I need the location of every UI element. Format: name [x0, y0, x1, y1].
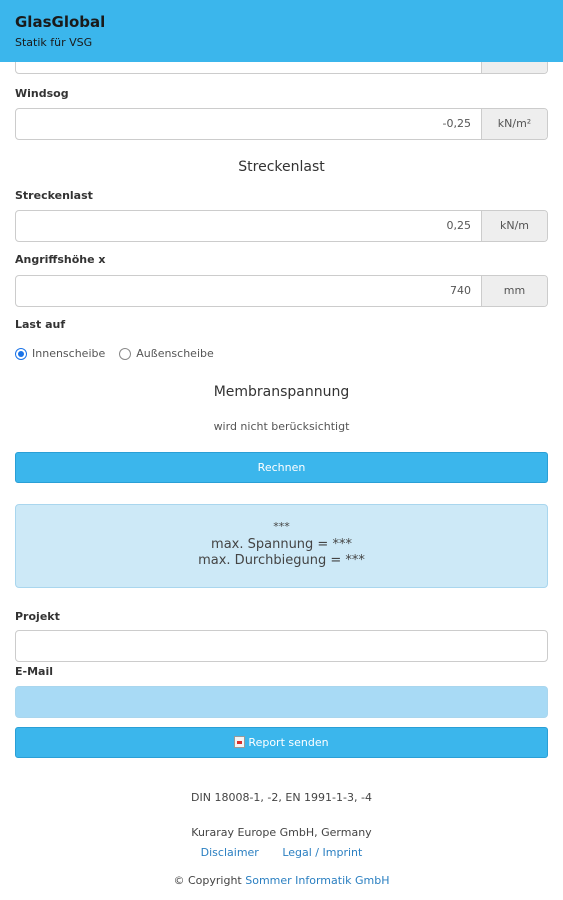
- disclaimer-link[interactable]: Disclaimer: [201, 846, 259, 859]
- angriffshoehe-label: Angriffshöhe x: [15, 253, 106, 266]
- result-max-spannung: max. Spannung = ***: [211, 537, 352, 552]
- pdf-icon: [234, 736, 246, 748]
- windsog-field[interactable]: -0,25 kN/m²: [15, 108, 548, 140]
- footer-copyright: © Copyright Sommer Informatik GmbH: [0, 874, 563, 887]
- streckenlast-label: Streckenlast: [15, 189, 93, 202]
- footer-links: Disclaimer Legal / Imprint: [0, 846, 563, 859]
- footer-norms: DIN 18008-1, -2, EN 1991-1-3, -4: [191, 791, 372, 804]
- membranspannung-heading: Membranspannung: [213, 384, 350, 400]
- angriffshoehe-unit: mm: [481, 276, 547, 306]
- previous-input-field[interactable]: [15, 62, 548, 74]
- send-report-label: Report senden: [248, 736, 329, 749]
- streckenlast-value[interactable]: 0,25: [16, 211, 481, 241]
- send-report-button[interactable]: Report senden: [15, 727, 548, 758]
- windsog-label: Windsog: [15, 87, 69, 100]
- streckenlast-unit: kN/m: [481, 211, 547, 241]
- membranspannung-note: wird nicht berücksichtigt: [213, 420, 350, 433]
- radio-innenscheibe-label[interactable]: Innenscheibe: [32, 347, 105, 360]
- app-title: GlasGlobal: [15, 13, 106, 31]
- windsog-unit: kN/m²: [481, 109, 547, 139]
- streckenlast-field[interactable]: 0,25 kN/m: [15, 210, 548, 242]
- calculate-button[interactable]: Rechnen: [15, 452, 548, 483]
- app-header: GlasGlobal Statik für VSG: [0, 0, 563, 62]
- app-subtitle: Statik für VSG: [15, 36, 93, 49]
- radio-innenscheibe[interactable]: [15, 347, 27, 360]
- previous-unit-addon: [481, 62, 547, 73]
- main-content[interactable]: Windsog -0,25 kN/m² Streckenlast Strecke…: [0, 62, 563, 900]
- footer-company: Kuraray Europe GmbH, Germany: [191, 826, 372, 839]
- email-label: E-Mail: [15, 665, 53, 678]
- imprint-link[interactable]: Legal / Imprint: [282, 846, 362, 859]
- angriffshoehe-value[interactable]: 740: [16, 276, 481, 306]
- last-auf-radio-group: Innenscheibe Außenscheibe: [15, 347, 228, 360]
- last-auf-label: Last auf: [15, 318, 66, 331]
- email-input[interactable]: [15, 686, 548, 718]
- radio-aussenscheibe[interactable]: [119, 347, 132, 360]
- result-max-durchbiegung: max. Durchbiegung = ***: [198, 553, 365, 568]
- result-stars: ***: [273, 520, 290, 533]
- projekt-input[interactable]: [15, 630, 548, 662]
- streckenlast-heading: Streckenlast: [238, 159, 325, 175]
- sommer-informatik-link[interactable]: Sommer Informatik GmbH: [245, 874, 389, 887]
- windsog-value[interactable]: -0,25: [16, 109, 481, 139]
- copyright-text: © Copyright: [173, 874, 242, 887]
- result-panel: *** max. Spannung = *** max. Durchbiegun…: [15, 504, 548, 588]
- radio-aussenscheibe-label[interactable]: Außenscheibe: [136, 347, 214, 360]
- angriffshoehe-field[interactable]: 740 mm: [15, 275, 548, 307]
- projekt-label: Projekt: [15, 610, 60, 623]
